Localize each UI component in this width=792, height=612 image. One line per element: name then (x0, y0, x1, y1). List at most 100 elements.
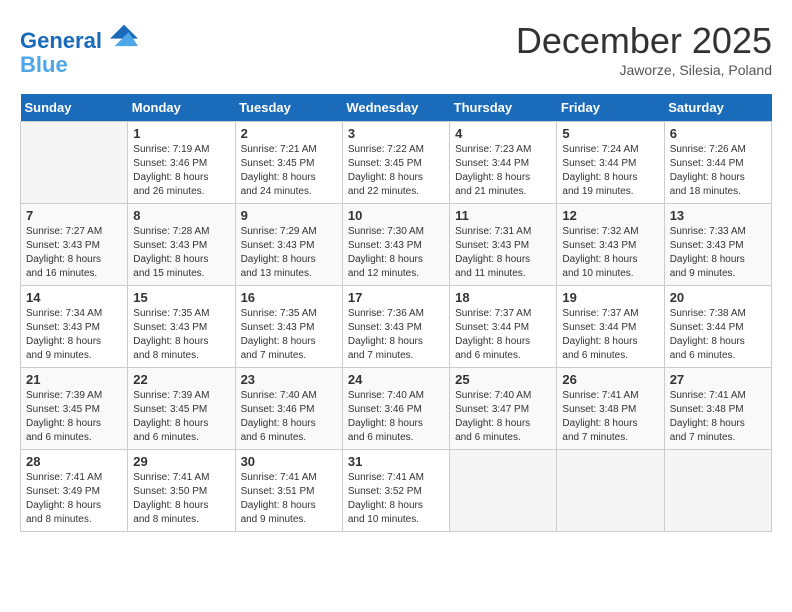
day-info: Sunrise: 7:19 AM Sunset: 3:46 PM Dayligh… (133, 143, 229, 199)
weekday-header-row: SundayMondayTuesdayWednesdayThursdayFrid… (21, 94, 772, 122)
day-number: 17 (348, 290, 444, 305)
day-number: 5 (562, 126, 658, 141)
day-info: Sunrise: 7:39 AM Sunset: 3:45 PM Dayligh… (26, 389, 122, 445)
calendar-cell: 3 Sunrise: 7:22 AM Sunset: 3:45 PM Daylig… (342, 122, 449, 204)
day-number: 23 (241, 372, 337, 387)
calendar-cell (21, 122, 128, 204)
day-info: Sunrise: 7:37 AM Sunset: 3:44 PM Dayligh… (562, 307, 658, 363)
day-number: 11 (455, 208, 551, 223)
weekday-header-monday: Monday (128, 94, 235, 122)
calendar-cell: 15 Sunrise: 7:35 AM Sunset: 3:43 PM Dayli… (128, 286, 235, 368)
calendar-cell: 10Sunrise: 7:30 AM Sunset: 3:43 PM Dayli… (342, 204, 449, 286)
day-info: Sunrise: 7:31 AM Sunset: 3:43 PM Dayligh… (455, 225, 551, 281)
day-number: 25 (455, 372, 551, 387)
day-number: 20 (670, 290, 766, 305)
calendar-cell: 30Sunrise: 7:41 AM Sunset: 3:51 PM Dayli… (235, 450, 342, 532)
day-number: 4 (455, 126, 551, 141)
day-info: Sunrise: 7:37 AM Sunset: 3:44 PM Dayligh… (455, 307, 551, 363)
day-info: Sunrise: 7:36 AM Sunset: 3:43 PM Dayligh… (348, 307, 444, 363)
day-number: 19 (562, 290, 658, 305)
day-info: Sunrise: 7:41 AM Sunset: 3:48 PM Dayligh… (562, 389, 658, 445)
calendar-cell: 25Sunrise: 7:40 AM Sunset: 3:47 PM Dayli… (450, 368, 557, 450)
day-number: 29 (133, 454, 229, 469)
calendar-cell: 9Sunrise: 7:29 AM Sunset: 3:43 PM Daylig… (235, 204, 342, 286)
day-info: Sunrise: 7:41 AM Sunset: 3:52 PM Dayligh… (348, 471, 444, 527)
day-number: 28 (26, 454, 122, 469)
weekday-header-saturday: Saturday (664, 94, 771, 122)
calendar-cell: 13 Sunrise: 7:33 AM Sunset: 3:43 PM Dayli… (664, 204, 771, 286)
calendar-cell: 18 Sunrise: 7:37 AM Sunset: 3:44 PM Dayli… (450, 286, 557, 368)
day-number: 12 (562, 208, 658, 223)
day-info: Sunrise: 7:30 AM Sunset: 3:43 PM Dayligh… (348, 225, 444, 281)
day-number: 18 (455, 290, 551, 305)
logo-general: General (20, 28, 102, 53)
day-info: Sunrise: 7:28 AM Sunset: 3:43 PM Dayligh… (133, 225, 229, 281)
page-header: General Blue December 2025 Jaworze, Sile… (20, 20, 772, 78)
day-info: Sunrise: 7:38 AM Sunset: 3:44 PM Dayligh… (670, 307, 766, 363)
day-number: 21 (26, 372, 122, 387)
calendar-cell: 14Sunrise: 7:34 AM Sunset: 3:43 PM Dayli… (21, 286, 128, 368)
day-number: 1 (133, 126, 229, 141)
calendar-cell: 5 Sunrise: 7:24 AM Sunset: 3:44 PM Daylig… (557, 122, 664, 204)
day-info: Sunrise: 7:40 AM Sunset: 3:46 PM Dayligh… (241, 389, 337, 445)
calendar-cell: 31Sunrise: 7:41 AM Sunset: 3:52 PM Dayli… (342, 450, 449, 532)
day-number: 30 (241, 454, 337, 469)
calendar-cell: 22 Sunrise: 7:39 AM Sunset: 3:45 PM Dayli… (128, 368, 235, 450)
calendar-cell: 12Sunrise: 7:32 AM Sunset: 3:43 PM Dayli… (557, 204, 664, 286)
logo-icon (110, 20, 138, 48)
calendar-cell: 24 Sunrise: 7:40 AM Sunset: 3:46 PM Dayli… (342, 368, 449, 450)
calendar-week-row: 7Sunrise: 7:27 AM Sunset: 3:43 PM Daylig… (21, 204, 772, 286)
day-number: 27 (670, 372, 766, 387)
day-info: Sunrise: 7:21 AM Sunset: 3:45 PM Dayligh… (241, 143, 337, 199)
weekday-header-friday: Friday (557, 94, 664, 122)
day-number: 14 (26, 290, 122, 305)
day-info: Sunrise: 7:26 AM Sunset: 3:44 PM Dayligh… (670, 143, 766, 199)
day-number: 8 (133, 208, 229, 223)
day-info: Sunrise: 7:35 AM Sunset: 3:43 PM Dayligh… (133, 307, 229, 363)
calendar-cell (664, 450, 771, 532)
weekday-header-wednesday: Wednesday (342, 94, 449, 122)
day-info: Sunrise: 7:22 AM Sunset: 3:45 PM Dayligh… (348, 143, 444, 199)
day-number: 2 (241, 126, 337, 141)
day-number: 15 (133, 290, 229, 305)
day-number: 16 (241, 290, 337, 305)
day-info: Sunrise: 7:33 AM Sunset: 3:43 PM Dayligh… (670, 225, 766, 281)
calendar-cell: 21 Sunrise: 7:39 AM Sunset: 3:45 PM Dayli… (21, 368, 128, 450)
calendar-cell: 28 Sunrise: 7:41 AM Sunset: 3:49 PM Dayli… (21, 450, 128, 532)
day-info: Sunrise: 7:39 AM Sunset: 3:45 PM Dayligh… (133, 389, 229, 445)
calendar-cell: 19 Sunrise: 7:37 AM Sunset: 3:44 PM Dayli… (557, 286, 664, 368)
day-info: Sunrise: 7:23 AM Sunset: 3:44 PM Dayligh… (455, 143, 551, 199)
day-number: 24 (348, 372, 444, 387)
month-title: December 2025 (516, 20, 772, 62)
calendar-cell: 23 Sunrise: 7:40 AM Sunset: 3:46 PM Dayli… (235, 368, 342, 450)
calendar-cell (450, 450, 557, 532)
day-number: 22 (133, 372, 229, 387)
calendar-week-row: 28 Sunrise: 7:41 AM Sunset: 3:49 PM Dayli… (21, 450, 772, 532)
calendar-week-row: 1 Sunrise: 7:19 AM Sunset: 3:46 PM Daylig… (21, 122, 772, 204)
day-info: Sunrise: 7:40 AM Sunset: 3:46 PM Dayligh… (348, 389, 444, 445)
calendar-cell: 26 Sunrise: 7:41 AM Sunset: 3:48 PM Dayli… (557, 368, 664, 450)
day-info: Sunrise: 7:41 AM Sunset: 3:49 PM Dayligh… (26, 471, 122, 527)
calendar-week-row: 21 Sunrise: 7:39 AM Sunset: 3:45 PM Dayli… (21, 368, 772, 450)
calendar-cell: 7Sunrise: 7:27 AM Sunset: 3:43 PM Daylig… (21, 204, 128, 286)
calendar-cell: 4 Sunrise: 7:23 AM Sunset: 3:44 PM Daylig… (450, 122, 557, 204)
calendar-cell: 11 Sunrise: 7:31 AM Sunset: 3:43 PM Dayli… (450, 204, 557, 286)
day-number: 3 (348, 126, 444, 141)
calendar-cell: 6 Sunrise: 7:26 AM Sunset: 3:44 PM Daylig… (664, 122, 771, 204)
calendar-cell: 1 Sunrise: 7:19 AM Sunset: 3:46 PM Daylig… (128, 122, 235, 204)
day-number: 13 (670, 208, 766, 223)
day-info: Sunrise: 7:27 AM Sunset: 3:43 PM Dayligh… (26, 225, 122, 281)
weekday-header-thursday: Thursday (450, 94, 557, 122)
day-number: 26 (562, 372, 658, 387)
calendar-table: SundayMondayTuesdayWednesdayThursdayFrid… (20, 94, 772, 532)
calendar-cell: 2 Sunrise: 7:21 AM Sunset: 3:45 PM Daylig… (235, 122, 342, 204)
weekday-header-tuesday: Tuesday (235, 94, 342, 122)
calendar-cell: 29Sunrise: 7:41 AM Sunset: 3:50 PM Dayli… (128, 450, 235, 532)
day-info: Sunrise: 7:41 AM Sunset: 3:48 PM Dayligh… (670, 389, 766, 445)
calendar-cell: 27 Sunrise: 7:41 AM Sunset: 3:48 PM Dayli… (664, 368, 771, 450)
day-info: Sunrise: 7:29 AM Sunset: 3:43 PM Dayligh… (241, 225, 337, 281)
calendar-week-row: 14Sunrise: 7:34 AM Sunset: 3:43 PM Dayli… (21, 286, 772, 368)
location: Jaworze, Silesia, Poland (516, 62, 772, 78)
day-number: 6 (670, 126, 766, 141)
day-info: Sunrise: 7:24 AM Sunset: 3:44 PM Dayligh… (562, 143, 658, 199)
